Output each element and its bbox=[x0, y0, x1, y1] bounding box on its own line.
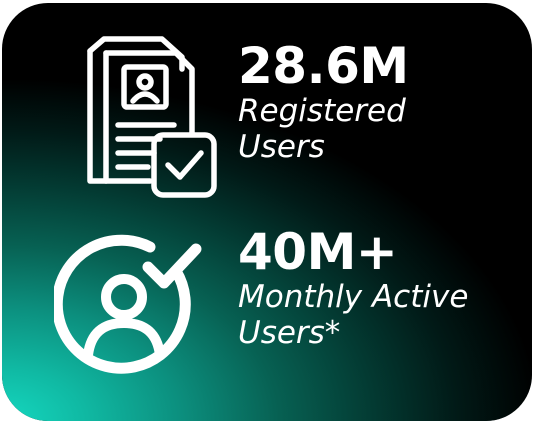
monthly-active-users-stat: 40M+ Monthly Active Users* bbox=[238, 225, 468, 351]
monthly-active-users-label: Monthly Active Users* bbox=[238, 279, 468, 351]
user-checkmark-icon bbox=[54, 234, 202, 374]
monthly-active-users-label-line-1: Monthly Active bbox=[238, 279, 469, 315]
registered-users-label-line-2: Users bbox=[238, 129, 325, 165]
registration-document-checkmark-icon bbox=[87, 36, 217, 198]
monthly-active-users-label-line-2: Users* bbox=[238, 315, 341, 351]
monthly-active-users-value: 40M+ bbox=[238, 223, 398, 281]
stats-card: 28.6M Registered Users 40M+ Monthly Acti… bbox=[2, 3, 532, 421]
registered-users-label: Registered Users bbox=[238, 93, 409, 165]
registered-users-stat: 28.6M Registered Users bbox=[238, 39, 409, 165]
registered-users-value: 28.6M bbox=[238, 37, 409, 95]
registered-users-label-line-1: Registered bbox=[238, 93, 406, 129]
